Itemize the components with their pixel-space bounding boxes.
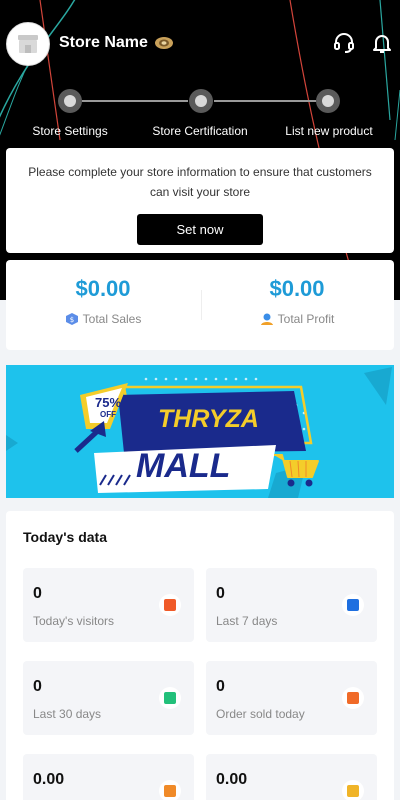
step-connector <box>82 100 188 102</box>
stat-tile-last-30-days[interactable]: 0 Last 30 days <box>23 661 194 735</box>
totals-card: $0.00 $ Total Sales $0.00 Total Profit <box>6 260 394 350</box>
money-icon <box>159 780 181 800</box>
banner-brand-line1: THRYZA <box>158 405 259 433</box>
mall-banner[interactable]: 75% OFF THRYZA MALL <box>6 365 394 498</box>
svg-text:$: $ <box>69 316 73 324</box>
stat-value: 0 <box>216 678 225 695</box>
todays-data-title: Today's data <box>23 529 107 545</box>
calendar-7-icon <box>342 594 364 616</box>
total-profit-value: $0.00 <box>269 276 325 301</box>
calendar-30-icon <box>159 687 181 709</box>
total-profit-label: Total Profit <box>277 312 335 326</box>
profit-icon <box>260 313 273 325</box>
stat-value: 0.00 <box>216 771 248 788</box>
stat-value: 0.00 <box>33 771 65 788</box>
step-connector <box>214 100 316 102</box>
chart-icon <box>159 594 181 616</box>
stat-tile-amount-1[interactable]: 0.00 <box>23 754 194 800</box>
store-title: Store Name <box>59 34 174 52</box>
stat-tile-amount-2[interactable]: 0.00 <box>206 754 377 800</box>
notice-text: Please complete your store information t… <box>28 165 372 199</box>
total-profit-label-row: Total Profit <box>200 312 394 326</box>
total-sales-value: $0.00 <box>75 276 131 301</box>
store-name-text: Store Name <box>59 34 148 51</box>
stat-value: 0 <box>216 585 225 602</box>
stat-value: 0 <box>33 585 42 602</box>
store-icon <box>18 35 38 53</box>
discount-tag: 75% OFF <box>92 396 124 419</box>
stat-tile-last-7-days[interactable]: 0 Last 7 days <box>206 568 377 642</box>
stat-tile-todays-visitors[interactable]: 0 Today's visitors <box>23 568 194 642</box>
stat-label: Today's visitors <box>33 614 114 628</box>
banner-brand-line2: MALL <box>136 447 231 485</box>
total-sales: $0.00 $ Total Sales <box>6 260 200 350</box>
stat-value: 0 <box>33 678 42 695</box>
total-sales-label-row: $ Total Sales <box>6 312 200 326</box>
orders-icon <box>342 687 364 709</box>
store-level-badge-icon <box>154 37 173 49</box>
step-dot-store-settings[interactable] <box>58 89 82 113</box>
stat-label: Order sold today <box>216 707 305 721</box>
coin-icon <box>342 780 364 800</box>
step-label-store-settings[interactable]: Store Settings <box>32 124 107 138</box>
step-label-list-new-product[interactable]: List new product <box>285 124 372 138</box>
bell-icon[interactable] <box>370 31 394 55</box>
store-info-notice: Please complete your store information t… <box>6 148 394 253</box>
discount-percent: 75% <box>94 395 122 410</box>
customer-service-icon[interactable] <box>332 31 356 55</box>
total-sales-label: Total Sales <box>82 312 142 326</box>
stat-label: Last 30 days <box>33 707 102 721</box>
discount-off: OFF <box>100 410 116 419</box>
sales-icon: $ <box>65 313 78 325</box>
stat-label: Last 7 days <box>216 614 278 628</box>
step-dot-list-new-product[interactable] <box>316 89 340 113</box>
step-label-store-certification[interactable]: Store Certification <box>152 124 247 138</box>
total-profit: $0.00 Total Profit <box>200 260 394 350</box>
todays-data-card: Today's data 0 Today's visitors 0 Last 7… <box>6 511 394 800</box>
step-dot-store-certification[interactable] <box>189 89 213 113</box>
stat-tile-order-sold-today[interactable]: 0 Order sold today <box>206 661 377 735</box>
store-avatar[interactable] <box>6 22 50 66</box>
setup-steps: Store Settings Store Certification List … <box>0 86 400 142</box>
set-now-button[interactable]: Set now <box>137 214 263 245</box>
